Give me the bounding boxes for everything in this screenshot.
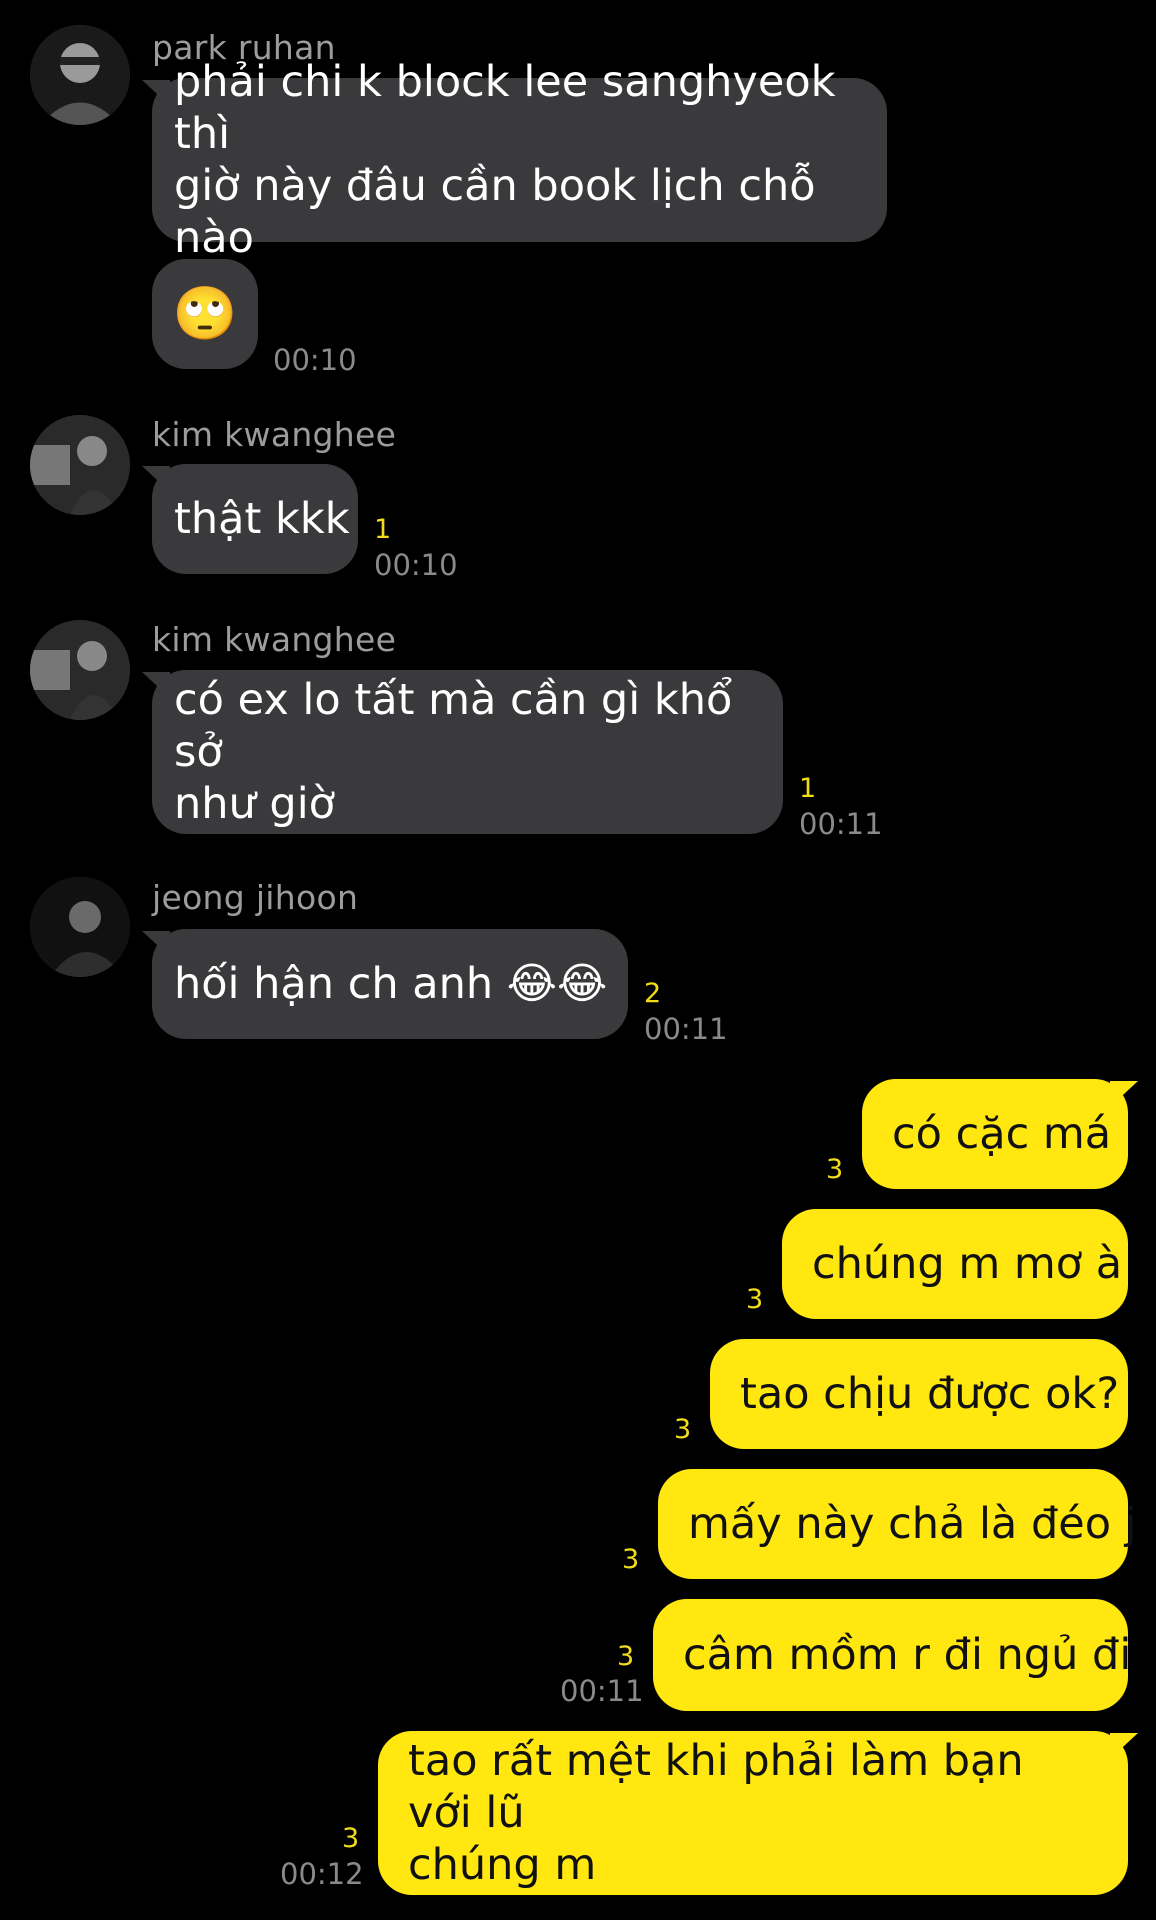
message-text: câm mồm r đi ngủ đi xyxy=(683,1630,1132,1680)
emoji-bubble[interactable]: 🙄 xyxy=(152,259,258,369)
avatar-photo xyxy=(30,415,130,515)
message-text: thật kkk xyxy=(174,494,350,544)
sender-name: kim kwanghee xyxy=(152,415,397,454)
message-line: có ex lo tất mà cần gì khổ sở xyxy=(174,675,733,777)
timestamp: 00:11 xyxy=(560,1674,644,1708)
message-line: tao rất mệt khi phải làm bạn với lũ xyxy=(408,1736,1024,1838)
face-with-rolling-eyes-icon: 🙄 xyxy=(172,284,238,344)
message-bubble[interactable]: phải chi k block lee sanghyeok thì giờ n… xyxy=(152,57,887,263)
unread-count: 3 xyxy=(622,1544,640,1575)
message-bubble[interactable]: chúng m mơ à xyxy=(782,1209,1128,1319)
avatar[interactable] xyxy=(30,25,130,125)
avatar-photo xyxy=(30,877,130,977)
unread-count: 3 xyxy=(746,1284,764,1315)
timestamp: 00:10 xyxy=(374,548,458,582)
timestamp: 00:11 xyxy=(799,807,883,841)
unread-count: 2 xyxy=(644,978,662,1009)
message-text: tao chịu được ok? xyxy=(740,1369,1120,1419)
message-bubble[interactable]: có ex lo tất mà cần gì khổ sở như giờ xyxy=(152,670,783,834)
timestamp: 00:12 xyxy=(280,1857,364,1891)
message-text: mấy này chả là đéo j xyxy=(688,1499,1137,1549)
timestamp: 00:10 xyxy=(273,343,357,377)
message-bubble[interactable]: thật kkk xyxy=(152,464,358,574)
message-bubble[interactable]: có cặc má xyxy=(862,1079,1128,1189)
avatar[interactable] xyxy=(30,877,130,977)
message-text: hối hận ch anh 😂😂 xyxy=(174,959,608,1009)
message-text: có cặc má xyxy=(892,1109,1112,1159)
timestamp: 00:11 xyxy=(644,1012,728,1046)
message-bubble[interactable]: mấy này chả là đéo j xyxy=(658,1469,1137,1579)
unread-count: 3 xyxy=(617,1641,635,1672)
message-text: chúng m mơ à xyxy=(812,1239,1123,1289)
sender-name: jeong jihoon xyxy=(152,878,359,917)
message-line: chúng m xyxy=(408,1840,597,1890)
message-line: giờ này đâu cần book lịch chỗ nào xyxy=(174,161,816,263)
message-bubble[interactable]: tao chịu được ok? xyxy=(710,1339,1128,1449)
avatar[interactable] xyxy=(30,415,130,515)
avatar[interactable] xyxy=(30,620,130,720)
unread-count: 3 xyxy=(826,1154,844,1185)
unread-count: 1 xyxy=(374,514,392,545)
avatar-photo xyxy=(30,25,130,125)
message-bubble[interactable]: tao rất mệt khi phải làm bạn với lũ chún… xyxy=(378,1731,1128,1895)
sender-name: kim kwanghee xyxy=(152,620,397,659)
avatar-photo xyxy=(30,620,130,720)
unread-count: 3 xyxy=(674,1414,692,1445)
message-line: phải chi k block lee sanghyeok thì xyxy=(174,57,836,159)
message-bubble[interactable]: câm mồm r đi ngủ đi xyxy=(653,1599,1132,1711)
message-line: như giờ xyxy=(174,779,335,829)
message-bubble[interactable]: hối hận ch anh 😂😂 xyxy=(152,929,628,1039)
unread-count: 1 xyxy=(799,773,817,804)
unread-count: 3 xyxy=(342,1823,360,1854)
